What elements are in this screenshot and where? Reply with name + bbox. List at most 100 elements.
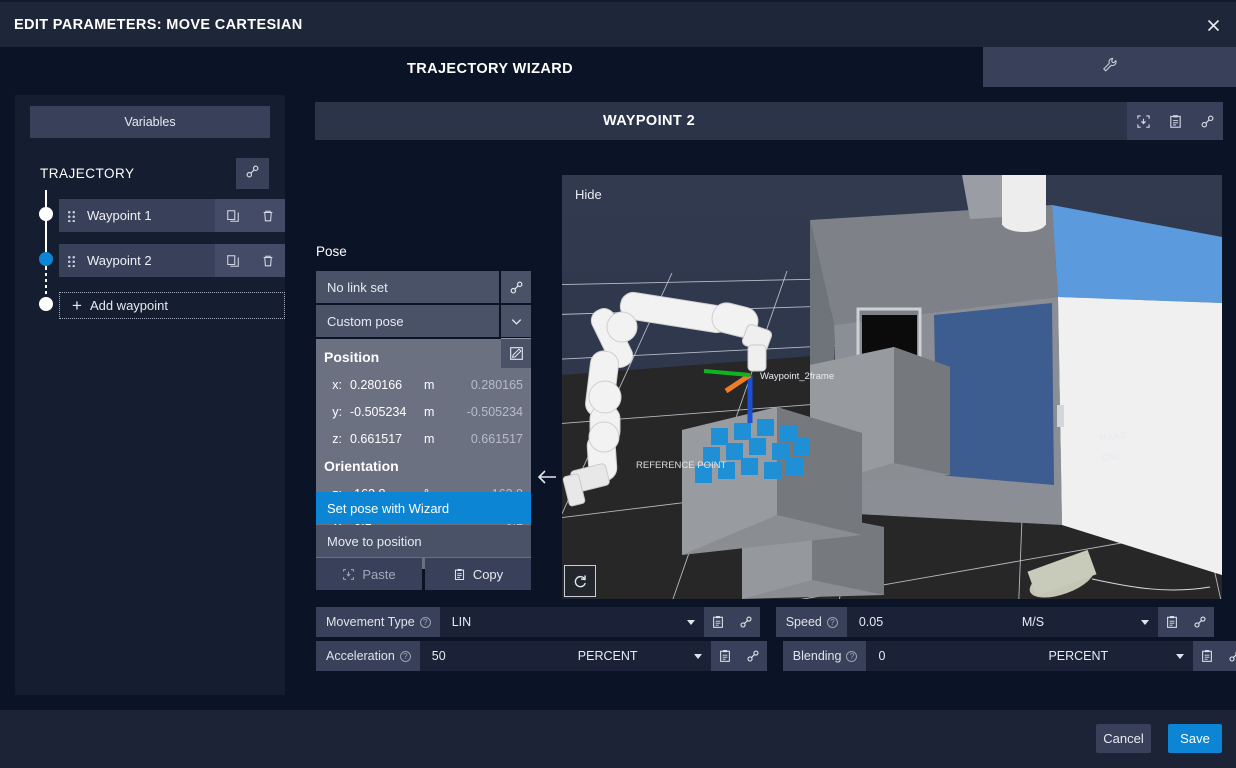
parameter-speed: Speed ? 0.05 M/S — [775, 607, 1214, 637]
drag-handle-icon[interactable] — [59, 199, 83, 232]
reference-point-label: REFERENCE POINT — [636, 460, 726, 471]
waypoint-editor: WAYPOINT 2 Pose No link set Custom pose … — [300, 90, 1236, 710]
arrow-left-icon[interactable] — [532, 462, 562, 492]
acceleration-select[interactable]: 50 PERCENT — [419, 641, 711, 671]
svg-text:CNC: CNC — [1101, 451, 1123, 464]
unit-label: m — [424, 431, 435, 446]
blending-select[interactable]: 0 PERCENT — [866, 641, 1194, 671]
trajectory-rail — [39, 190, 53, 311]
add-waypoint-button[interactable]: + Add waypoint — [59, 292, 285, 319]
blending-label: Blending — [792, 649, 842, 663]
move-to-icon[interactable] — [1127, 102, 1159, 140]
axis-label: y: — [332, 404, 342, 419]
close-icon[interactable] — [1198, 10, 1228, 40]
clipboard-icon[interactable] — [703, 607, 732, 637]
trash-icon[interactable] — [250, 244, 285, 277]
move-to-position-label: Move to position — [327, 533, 422, 549]
waypoint-list-item-2[interactable]: Waypoint 2 — [59, 244, 285, 277]
tab-trajectory-wizard[interactable]: TRAJECTORY WIZARD — [0, 47, 980, 90]
variables-label: Variables — [124, 115, 176, 129]
acceleration-unit: PERCENT — [577, 649, 638, 663]
acceleration-label: Acceleration — [326, 649, 395, 663]
clipboard-icon — [453, 568, 466, 581]
movement-type-label: Movement Type — [326, 615, 415, 629]
clipboard-icon[interactable] — [1193, 641, 1222, 671]
copy-icon[interactable] — [215, 199, 250, 232]
axis-label: z: — [332, 431, 342, 446]
help-icon[interactable]: ? — [399, 650, 411, 662]
add-waypoint-label: Add waypoint — [89, 298, 168, 313]
link-icon[interactable] — [501, 271, 531, 303]
paste-label: Paste — [362, 566, 396, 582]
rail-node-1 — [39, 207, 53, 221]
copy-icon[interactable] — [215, 244, 250, 277]
move-to-position-button[interactable]: Move to position — [316, 525, 531, 557]
reset-view-icon[interactable] — [564, 565, 596, 597]
parameters-area: Movement Type ? LIN Speed ? 0.05 M/S Acc… — [316, 607, 1236, 675]
waypoint-header-title: WAYPOINT 2 — [602, 113, 696, 129]
edit-parameters-dialog: EDIT PARAMETERS: MOVE CARTESIAN TRAJECTO… — [0, 0, 1236, 768]
blending-value: 0 — [878, 649, 886, 663]
link-icon — [245, 164, 260, 184]
edit-pencil-icon[interactable] — [501, 338, 531, 368]
help-icon[interactable]: ? — [846, 650, 858, 662]
hide-button[interactable]: Hide — [575, 187, 602, 202]
chevron-down-icon — [693, 654, 702, 659]
link-icon[interactable] — [1221, 641, 1236, 671]
tab-tool[interactable] — [983, 47, 1236, 87]
position-row-y: y: -0.505234 m -0.505234 — [316, 398, 531, 425]
orientation-title: Orientation — [324, 458, 399, 474]
3d-viewport[interactable]: HAAS CNC Waypoint_2frame REFERENCE POINT… — [562, 175, 1222, 599]
chevron-down-icon — [686, 620, 695, 625]
clipboard-icon[interactable] — [1157, 607, 1186, 637]
save-button[interactable]: Save — [1168, 724, 1222, 753]
trajectory-header: TRAJECTORY — [40, 158, 285, 191]
speed-label: Speed — [785, 615, 822, 629]
variables-button[interactable]: Variables — [30, 106, 270, 138]
position-z-value[interactable]: 0.661517 — [350, 432, 424, 446]
pose-type-field[interactable]: Custom pose — [316, 305, 499, 337]
link-icon[interactable] — [1191, 102, 1223, 140]
wrench-icon — [1102, 57, 1118, 78]
clipboard-icon[interactable] — [710, 641, 739, 671]
parameter-movement-type: Movement Type ? LIN — [316, 607, 760, 637]
movement-type-select[interactable]: LIN — [439, 607, 704, 637]
clipboard-icon[interactable] — [1159, 102, 1191, 140]
set-pose-with-wizard-button[interactable]: Set pose with Wizard — [316, 492, 531, 524]
chevron-down-icon[interactable] — [501, 305, 531, 337]
link-icon[interactable] — [1185, 607, 1214, 637]
position-x-value[interactable]: 0.280166 — [350, 378, 424, 392]
trajectory-title: TRAJECTORY — [40, 166, 135, 181]
link-field-row: No link set — [316, 271, 531, 303]
rail-node-add — [39, 297, 53, 311]
trajectory-link-button[interactable] — [236, 158, 269, 189]
link-icon[interactable] — [731, 607, 760, 637]
chevron-down-icon — [1140, 620, 1149, 625]
waypoint-list-item-1[interactable]: Waypoint 1 — [59, 199, 285, 232]
help-icon[interactable]: ? — [419, 616, 431, 628]
position-y-value[interactable]: -0.505234 — [350, 405, 424, 419]
unit-label: m — [424, 404, 435, 419]
waypoint-1-label: Waypoint 1 — [87, 208, 152, 223]
drag-handle-icon[interactable] — [59, 244, 83, 277]
acceleration-label-box: Acceleration ? — [316, 641, 420, 671]
speed-select[interactable]: 0.05 M/S — [846, 607, 1158, 637]
parameter-row-2: Acceleration ? 50 PERCENT Blending ? 0 P… — [316, 641, 1236, 671]
trajectory-sidebar: Variables TRAJECTORY Waypoint 1 Waypoint… — [15, 95, 285, 695]
paste-button[interactable]: Paste — [316, 558, 422, 590]
parameter-row-1: Movement Type ? LIN Speed ? 0.05 M/S — [316, 607, 1222, 637]
link-field[interactable]: No link set — [316, 271, 499, 303]
help-icon[interactable]: ? — [826, 616, 838, 628]
dialog-titlebar: EDIT PARAMETERS: MOVE CARTESIAN — [0, 2, 1236, 47]
dialog-title: EDIT PARAMETERS: MOVE CARTESIAN — [14, 16, 303, 33]
blending-label-box: Blending ? — [782, 641, 867, 671]
link-icon[interactable] — [738, 641, 767, 671]
copy-button[interactable]: Copy — [425, 558, 531, 590]
dialog-body: Variables TRAJECTORY Waypoint 1 Waypoint… — [0, 90, 1236, 710]
position-title: Position — [324, 349, 380, 365]
set-pose-wizard-label: Set pose with Wizard — [327, 500, 450, 516]
trash-icon[interactable] — [250, 199, 285, 232]
cancel-button[interactable]: Cancel — [1096, 724, 1151, 753]
position-x-readonly: 0.280165 — [470, 377, 523, 392]
wizard-tabstrip: TRAJECTORY WIZARD — [0, 47, 1236, 90]
